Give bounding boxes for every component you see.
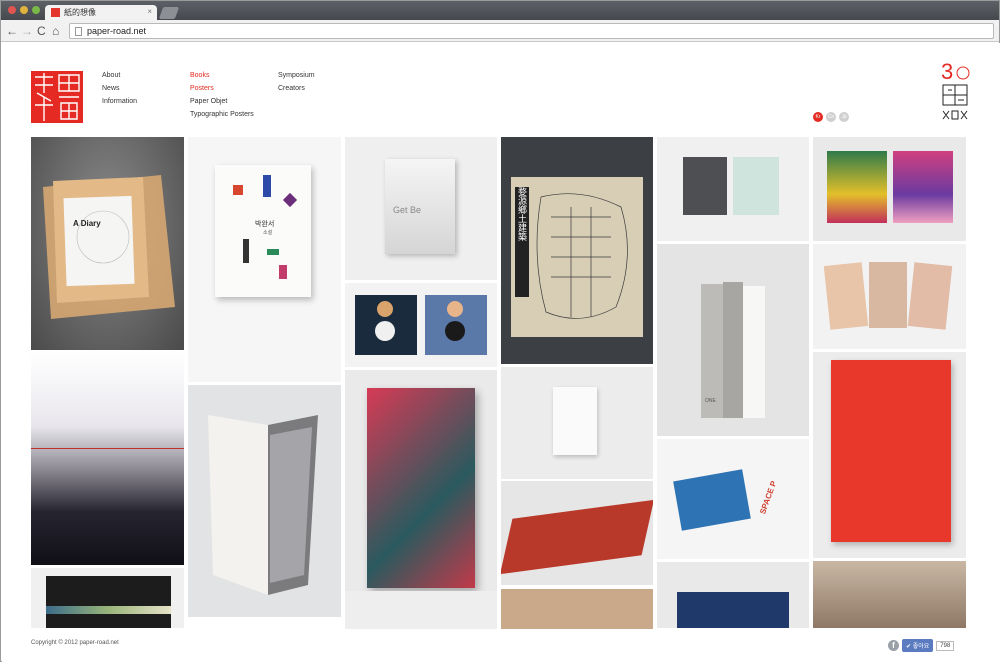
grey-box-dark (683, 157, 727, 215)
nav-about[interactable]: About (102, 69, 137, 82)
lang-jp-button[interactable]: Jp (839, 112, 849, 122)
zoom-window-button[interactable] (32, 6, 40, 14)
forward-arrow-icon[interactable]: → (21, 23, 33, 39)
gallery-tile-korean-book[interactable]: 박완서 소설 (188, 137, 341, 382)
gallery-tile-space-book[interactable]: SPACE P (657, 439, 809, 559)
copyright-text: Copyright © 2012 paper-road.net (31, 640, 119, 646)
chinese-map-book: 婺源鄉土建築 (511, 177, 643, 337)
blue-card (673, 469, 751, 531)
tab-title: 紙的想像 (64, 8, 96, 17)
facebook-icon[interactable]: f (888, 640, 899, 651)
korean-book-subtitle: 소설 (263, 230, 273, 236)
chinese-map-title: 婺源鄉土建築 (517, 187, 527, 241)
social-bar: f ✔ 좋아요 798 (888, 639, 955, 652)
gallery-tile-navy-box[interactable] (657, 562, 809, 628)
nav-books[interactable]: Books (190, 69, 254, 82)
a-diary-title: A Diary (73, 219, 101, 228)
back-arrow-icon[interactable]: ← (6, 23, 18, 39)
language-switcher: Kr Cn Jp (813, 112, 849, 122)
nav-typographic-posters[interactable]: Typographic Posters (190, 108, 254, 121)
brand-mark-graphic: 3 (941, 59, 970, 120)
gallery-tile-moon-cards[interactable] (345, 283, 497, 367)
standing-book-2 (723, 282, 743, 418)
gallery-tile-open-book[interactable] (188, 385, 341, 617)
brand-number: 3 (941, 59, 953, 84)
nav-creators[interactable]: Creators (278, 82, 315, 95)
grey-box-light (733, 157, 779, 215)
gallery-tile-black-book[interactable] (31, 568, 184, 628)
gallery-tile-colorful-books[interactable] (813, 137, 966, 241)
browser-tab[interactable]: 紙的想像 × (45, 5, 157, 20)
gallery-tile-wood-book[interactable] (501, 589, 653, 629)
red-folder (831, 360, 951, 542)
tab-close-icon[interactable]: × (147, 7, 152, 16)
home-icon[interactable]: ⌂ (52, 23, 59, 39)
gallery-tile-red-folder[interactable] (813, 352, 966, 558)
gallery-tile-gradient-poster[interactable] (31, 352, 184, 565)
three-book-3 (907, 262, 953, 330)
url-text[interactable]: paper-road.net (87, 26, 146, 36)
browser-toolbar: ← → C ⌂ paper-road.net (1, 20, 999, 42)
space-label: SPACE P (758, 479, 779, 516)
logo-glyph-icon (35, 73, 80, 121)
site-logo[interactable] (31, 71, 83, 123)
three-book-1 (823, 262, 869, 330)
gallery-tile-grey-boxes[interactable] (657, 137, 809, 241)
black-book-band (46, 606, 171, 614)
address-bar[interactable]: paper-road.net (69, 23, 994, 39)
horse-book-cover: Get Be (385, 159, 455, 254)
title-bar: 紙的想像 × (1, 1, 999, 20)
black-book-cover (46, 576, 171, 628)
nav-column-events: Symposium Creators (278, 69, 315, 95)
reload-icon[interactable]: C (37, 23, 46, 39)
gallery-tile-green-card[interactable] (501, 367, 653, 479)
nav-news[interactable]: News (102, 82, 137, 95)
nav-symposium[interactable]: Symposium (278, 69, 315, 82)
map-drawing (515, 187, 628, 319)
nav-column-info: About News Information (102, 69, 137, 108)
gallery-tile-red-flat-book[interactable] (501, 481, 653, 585)
nav-column-works: Books Posters Paper Objet Typographic Po… (190, 69, 254, 121)
nav-information[interactable]: Information (102, 95, 137, 108)
favicon-icon (51, 8, 60, 17)
browser-window: 紙的想像 × ← → C ⌂ paper-road.net About News… (0, 0, 1000, 662)
lang-kr-button[interactable]: Kr (813, 112, 823, 122)
new-tab-button[interactable] (158, 7, 180, 19)
gallery-tile-standing-books[interactable]: ONE (657, 244, 809, 436)
lang-cn-button[interactable]: Cn (826, 112, 836, 122)
korean-book-title: 박완서 (255, 221, 275, 228)
gallery-tile-small-book[interactable] (345, 591, 497, 629)
colorful-book-2 (893, 151, 953, 223)
moon-card-left (355, 295, 417, 355)
like-count: 798 (936, 640, 955, 651)
gallery-tile-three-books[interactable] (813, 244, 966, 349)
red-book-cover (367, 388, 475, 588)
close-window-button[interactable] (8, 6, 16, 14)
korean-book-cover: 박완서 소설 (215, 165, 311, 297)
green-card (553, 387, 597, 455)
nav-posters[interactable]: Posters (190, 82, 254, 95)
red-flat-book (501, 499, 653, 575)
page-content: About News Information Books Posters Pap… (2, 43, 1000, 662)
colorful-book-1 (827, 151, 887, 223)
minimize-window-button[interactable] (20, 6, 28, 14)
gallery-tile-a-diary[interactable]: A Diary (31, 137, 184, 350)
navy-box (677, 592, 789, 628)
nav-paper-objet[interactable]: Paper Objet (190, 95, 254, 108)
horse-book-text: Get Be (393, 205, 422, 215)
gallery-tile-red-book[interactable] (345, 370, 497, 627)
exhibition-brand-mark: 3 (940, 55, 970, 123)
standing-book-3 (743, 286, 765, 418)
moon-card-right (425, 295, 487, 355)
three-book-2 (869, 262, 907, 328)
gallery-tile-blurred-book[interactable] (813, 561, 966, 628)
gallery-tile-horse-book[interactable]: Get Be (345, 137, 497, 280)
open-book-image (208, 415, 318, 595)
a-diary-image (43, 175, 175, 319)
poster-red-line (31, 448, 184, 449)
gallery-tile-chinese-map[interactable]: 婺源鄉土建築 (501, 137, 653, 364)
page-icon (75, 26, 82, 36)
standing-book-label: ONE (705, 398, 716, 404)
like-button[interactable]: ✔ 좋아요 (902, 639, 934, 652)
